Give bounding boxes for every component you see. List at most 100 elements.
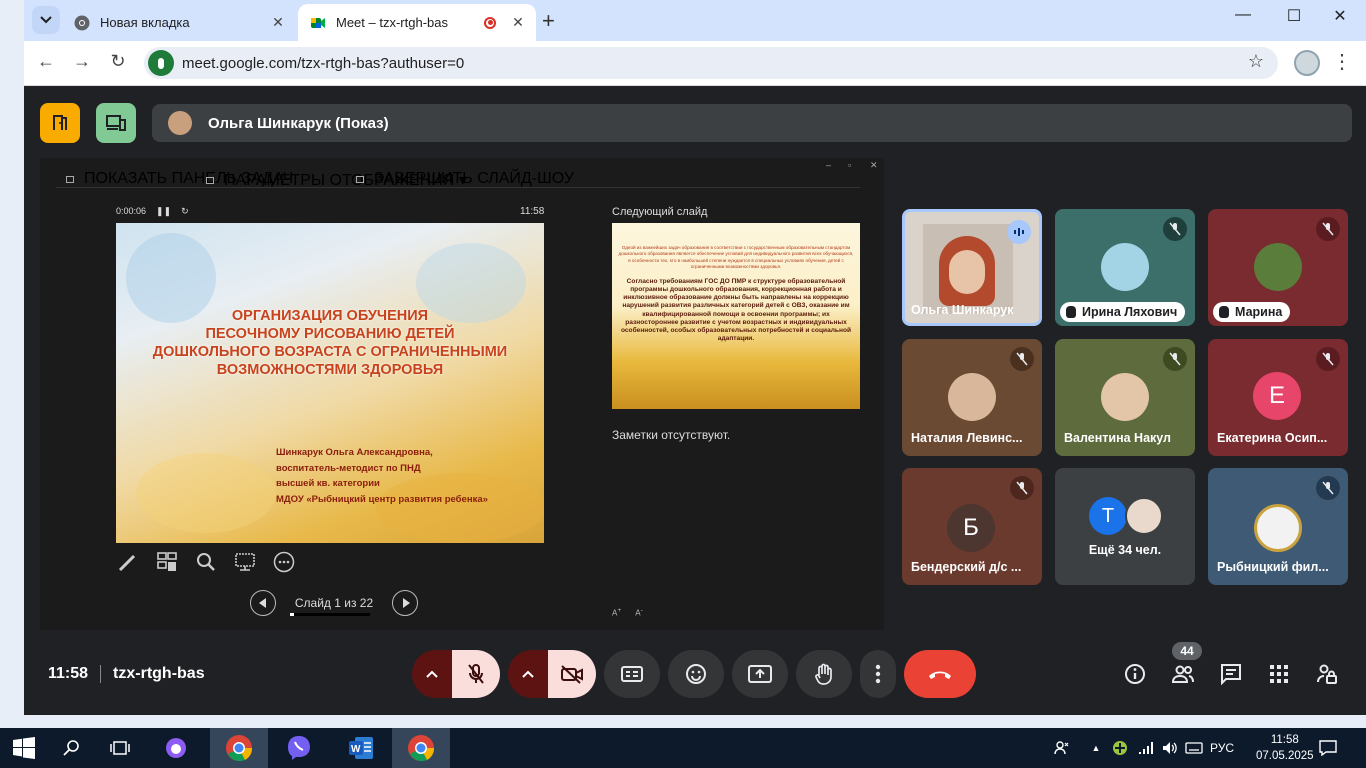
- tab-new-tab[interactable]: Новая вкладка ✕: [64, 4, 296, 41]
- cast-button[interactable]: [96, 103, 136, 143]
- notifications-icon[interactable]: [1318, 728, 1338, 768]
- more-options-icon[interactable]: [272, 550, 296, 574]
- chevron-up-icon: [426, 670, 438, 678]
- video-options-button[interactable]: [508, 650, 548, 698]
- companion-mode-button[interactable]: [40, 103, 80, 143]
- update-tray-icon[interactable]: [1110, 728, 1130, 768]
- profile-avatar[interactable]: [1294, 50, 1320, 76]
- screen-icon[interactable]: [233, 550, 257, 574]
- desktop-background: [0, 0, 24, 728]
- omnibox[interactable]: meet.google.com/tzx-rtgh-bas?authuser=0 …: [144, 47, 1278, 79]
- raise-hand-button[interactable]: [796, 650, 852, 698]
- bookmark-star-icon[interactable]: ☆: [1248, 51, 1264, 72]
- meeting-details-button[interactable]: [1123, 662, 1147, 686]
- speaker-icon[interactable]: [1160, 728, 1180, 768]
- chrome-icon: [408, 735, 435, 762]
- pp-restore-icon[interactable]: ▫: [848, 160, 851, 170]
- alice-assistant-button[interactable]: [160, 728, 192, 768]
- slide-tools: [116, 550, 296, 574]
- taskbar-clock[interactable]: 11:58 07.05.2025: [1256, 732, 1314, 764]
- task-view-button[interactable]: [104, 728, 136, 768]
- slide-title-line: ВОЗМОЖНОСТЯМИ ЗДОРОВЬЯ: [216, 362, 444, 378]
- chat-button[interactable]: [1219, 662, 1243, 686]
- close-tab-icon[interactable]: ✕: [510, 14, 526, 31]
- close-tab-icon[interactable]: ✕: [270, 14, 286, 31]
- maximize-button[interactable]: ☐: [1279, 6, 1309, 26]
- new-tab-button[interactable]: +: [542, 8, 555, 34]
- pause-icon[interactable]: ❚❚: [156, 206, 171, 217]
- slide-author-line: высшей кв. категории: [276, 478, 380, 489]
- slide-author-line: МДОУ «Рыбницкий центр развития ребенка»: [276, 493, 488, 505]
- show-hidden-icons[interactable]: ▲: [1088, 728, 1104, 768]
- tab-meet[interactable]: Meet – tzx-rtgh-bas ✕: [298, 4, 536, 41]
- more-options-button[interactable]: [860, 650, 896, 698]
- presenter-bar[interactable]: Ольга Шинкарук (Показ): [152, 104, 1352, 142]
- participant-tile[interactable]: Наталия Левинс...: [902, 339, 1042, 456]
- participant-tile[interactable]: Марина: [1208, 209, 1348, 326]
- people-button[interactable]: [1171, 662, 1195, 686]
- end-slideshow-button[interactable]: ЗАВЕРШИТЬ СЛАЙД-ШОУ: [356, 170, 574, 188]
- microphone-site-icon[interactable]: [148, 50, 174, 76]
- zoom-icon[interactable]: [194, 550, 218, 574]
- activities-button[interactable]: [1267, 662, 1291, 686]
- decrease-font-icon[interactable]: A-: [635, 607, 643, 618]
- taskbar-word[interactable]: W: [332, 728, 390, 768]
- keyboard-icon[interactable]: [1184, 728, 1204, 768]
- chrome-icon: [226, 735, 253, 762]
- increase-font-icon[interactable]: A+: [612, 607, 621, 618]
- svg-text:W: W: [351, 744, 361, 755]
- start-button[interactable]: [8, 728, 40, 768]
- reload-button[interactable]: ↻: [106, 51, 130, 72]
- participant-name: Марина: [1235, 305, 1283, 319]
- next-slide-button[interactable]: [392, 590, 418, 616]
- taskbar-chrome-window[interactable]: [392, 728, 450, 768]
- previous-slide-button[interactable]: [250, 590, 276, 616]
- camera-control: [508, 650, 596, 698]
- audio-options-button[interactable]: [412, 650, 452, 698]
- participant-avatar: Т: [1089, 497, 1127, 535]
- participant-tile[interactable]: Рыбницкий фил...: [1208, 468, 1348, 585]
- pen-icon[interactable]: [116, 550, 140, 574]
- leave-call-button[interactable]: [904, 650, 976, 698]
- camera-toggle-button[interactable]: [548, 650, 596, 698]
- search-button[interactable]: [56, 728, 88, 768]
- people-tray-icon[interactable]: [1050, 728, 1074, 768]
- restart-icon[interactable]: ↻: [181, 206, 189, 217]
- emoji-button[interactable]: [668, 650, 724, 698]
- present-screen-button[interactable]: [732, 650, 788, 698]
- participant-tile[interactable]: Ирина Ляхович: [1055, 209, 1195, 326]
- input-language[interactable]: РУС: [1210, 728, 1234, 768]
- slide-decoration: [136, 453, 276, 533]
- pp-minimize-icon[interactable]: –: [826, 160, 831, 170]
- font-size-controls: A+ A-: [612, 607, 643, 618]
- minimize-button[interactable]: —: [1228, 6, 1258, 24]
- pp-close-icon[interactable]: ✕: [870, 160, 878, 171]
- info-icon: [1125, 664, 1145, 684]
- more-participants-tile[interactable]: Т Ещё 34 чел.: [1055, 468, 1195, 585]
- next-slide-text: Одной из важнейших задач образования в с…: [618, 245, 854, 269]
- microphone-toggle-button[interactable]: [452, 650, 500, 698]
- captions-button[interactable]: [604, 650, 660, 698]
- participant-tile[interactable]: Б Бендерский д/с ...: [902, 468, 1042, 585]
- windows-logo-icon: [13, 737, 35, 759]
- recording-icon: [484, 16, 496, 29]
- microphone-control: [412, 650, 500, 698]
- google-meet-icon: [311, 17, 325, 28]
- browser-menu-icon[interactable]: ⋮: [1332, 49, 1352, 74]
- host-controls-button[interactable]: [1315, 662, 1339, 686]
- participant-tile[interactable]: Е Екатерина Осип...: [1208, 339, 1348, 456]
- participant-tile[interactable]: Ольга Шинкарук: [902, 209, 1042, 326]
- taskbar-viber[interactable]: [270, 728, 328, 768]
- wifi-icon[interactable]: [1136, 728, 1156, 768]
- participant-tile[interactable]: Валентина Накул: [1055, 339, 1195, 456]
- slide-title: ОРГАНИЗАЦИЯ ОБУЧЕНИЯ ПЕСОЧНОМУ РИСОВАНИЮ…: [116, 307, 544, 379]
- see-all-slides-icon[interactable]: [155, 550, 179, 574]
- tab-search-button[interactable]: [32, 6, 60, 34]
- taskbar-chrome[interactable]: [210, 728, 268, 768]
- mic-off-icon: [1010, 476, 1034, 500]
- forward-button[interactable]: →: [70, 51, 94, 72]
- back-button[interactable]: ←: [34, 51, 58, 72]
- participant-avatar: Б: [947, 504, 995, 552]
- meet-control-bar: 11:58 tzx-rtgh-bas 44: [24, 630, 1366, 715]
- close-window-button[interactable]: ✕: [1325, 6, 1355, 26]
